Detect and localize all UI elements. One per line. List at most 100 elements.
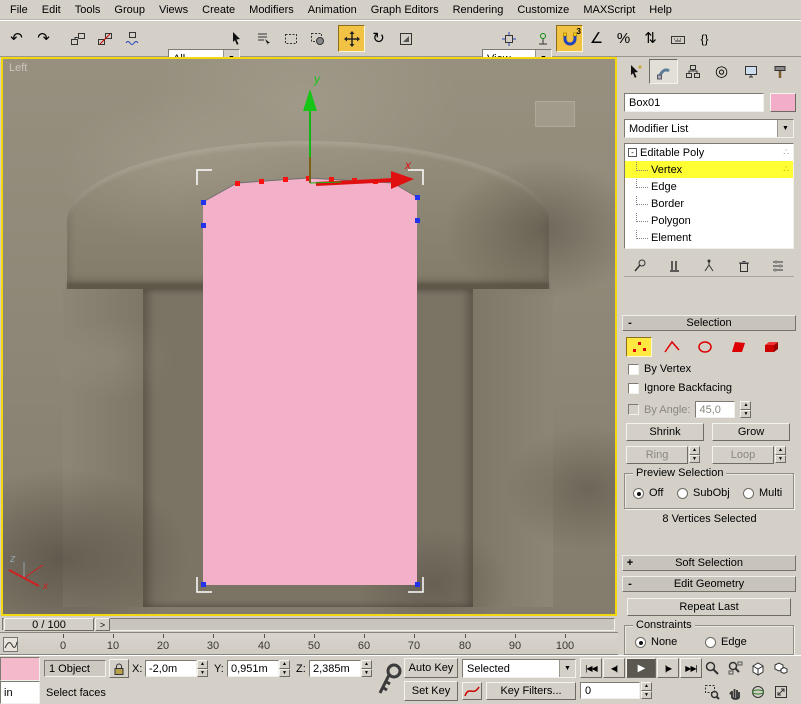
time-slider-thumb[interactable]: 0 / 100: [4, 618, 94, 631]
tab-utilities[interactable]: [765, 59, 794, 84]
snaps-toggle-button[interactable]: 3: [556, 25, 583, 52]
edge-mode-button[interactable]: [659, 337, 685, 357]
stack-row-border[interactable]: Border: [625, 195, 793, 212]
previous-frame-button[interactable]: ◀|: [603, 658, 625, 678]
shrink-button[interactable]: Shrink: [626, 423, 704, 441]
configure-modifier-sets-icon[interactable]: [770, 258, 786, 274]
maxscript-macro-recorder[interactable]: [0, 657, 40, 681]
editable-poly-object[interactable]: [203, 178, 417, 585]
preview-subobj-radio[interactable]: [677, 488, 688, 499]
viewport-label[interactable]: Left: [9, 62, 27, 74]
by-angle-field[interactable]: 45,0: [695, 401, 735, 418]
stack-row-polygon[interactable]: Polygon: [625, 212, 793, 229]
spinner-up-icon[interactable]: ▲: [279, 660, 290, 669]
border-mode-button[interactable]: [692, 337, 718, 357]
vertex-mode-button[interactable]: [626, 337, 652, 357]
use-pivot-point-center-button[interactable]: [495, 25, 522, 52]
edit-geometry-rollout-header[interactable]: - Edit Geometry: [622, 576, 796, 592]
set-key-button[interactable]: Set Key: [404, 681, 458, 701]
constraint-none-option[interactable]: None: [635, 636, 677, 648]
window-crossing-toggle-button[interactable]: [304, 25, 331, 52]
show-end-result-icon[interactable]: [667, 258, 683, 274]
selection-rollout-header[interactable]: - Selection: [622, 315, 796, 331]
y-coordinate-field[interactable]: 0,951m: [227, 660, 279, 677]
menu-group[interactable]: Group: [107, 2, 152, 18]
menu-file[interactable]: File: [3, 2, 35, 18]
current-frame-field[interactable]: 0: [580, 682, 640, 699]
make-unique-icon[interactable]: [701, 258, 717, 274]
menu-maxscript[interactable]: MAXScript: [576, 2, 642, 18]
preview-off-option[interactable]: Off: [633, 487, 663, 499]
go-to-start-button[interactable]: |◀◀: [580, 658, 602, 678]
select-and-manipulate-button[interactable]: [529, 25, 556, 52]
soft-selection-rollout-header[interactable]: + Soft Selection: [622, 555, 796, 571]
menu-animation[interactable]: Animation: [301, 2, 364, 18]
spinner-down-icon[interactable]: ▼: [279, 669, 290, 678]
preview-multi-radio[interactable]: [743, 488, 754, 499]
spinner-down-icon[interactable]: ▼: [689, 455, 700, 464]
keyboard-shortcut-override-button[interactable]: [664, 25, 691, 52]
zoom-region-button[interactable]: [700, 681, 723, 703]
loop-button[interactable]: Loop: [712, 446, 774, 464]
z-spinner[interactable]: ▲▼: [361, 660, 372, 677]
repeat-last-button[interactable]: Repeat Last: [627, 598, 791, 616]
mini-curve-editor-icon[interactable]: [3, 637, 18, 652]
menu-create[interactable]: Create: [195, 2, 242, 18]
maxscript-mini-listener[interactable]: in: [0, 681, 40, 704]
x-spinner[interactable]: ▲▼: [197, 660, 208, 677]
dropdown-arrow-icon[interactable]: ▼: [777, 120, 793, 137]
rectangular-selection-region-button[interactable]: [277, 25, 304, 52]
bind-to-space-warp-button[interactable]: [118, 25, 145, 52]
z-coordinate-field[interactable]: 2,385m: [309, 660, 361, 677]
preview-off-radio[interactable]: [633, 488, 644, 499]
play-button[interactable]: ▶: [626, 658, 656, 678]
tab-create[interactable]: [620, 59, 649, 84]
auto-key-button[interactable]: Auto Key: [404, 658, 458, 678]
zoom-extents-button[interactable]: [746, 657, 769, 679]
menu-graph-editors[interactable]: Graph Editors: [364, 2, 446, 18]
set-keys-key-icon[interactable]: [376, 659, 402, 701]
select-and-move-button[interactable]: [338, 25, 365, 52]
polygon-mode-button[interactable]: [725, 337, 751, 357]
loop-spinner[interactable]: ▲▼: [775, 446, 786, 463]
zoom-extents-all-button[interactable]: [769, 657, 792, 679]
constraint-edge-radio[interactable]: [705, 637, 716, 648]
constraint-edge-option[interactable]: Edge: [705, 636, 747, 648]
transform-gizmo[interactable]: y x: [303, 72, 414, 189]
select-and-scale-button[interactable]: [392, 25, 419, 52]
tab-display[interactable]: [736, 59, 765, 84]
spinner-up-icon[interactable]: ▲: [689, 446, 700, 455]
x-coordinate-field[interactable]: -2,0m: [145, 660, 197, 677]
spinner-up-icon[interactable]: ▲: [740, 401, 751, 410]
by-vertex-checkbox[interactable]: [628, 364, 639, 375]
spinner-down-icon[interactable]: ▼: [641, 691, 652, 700]
grow-button[interactable]: Grow: [712, 423, 790, 441]
unlink-selection-button[interactable]: [91, 25, 118, 52]
angle-snap-toggle-button[interactable]: ∠: [583, 25, 610, 52]
spinner-snap-toggle-button[interactable]: ⇅: [637, 25, 664, 52]
viewport-left[interactable]: y x z x Left: [3, 59, 615, 614]
spinner-down-icon[interactable]: ▼: [197, 669, 208, 678]
remove-modifier-icon[interactable]: [736, 258, 752, 274]
ring-spinner[interactable]: ▲▼: [689, 446, 700, 463]
tab-hierarchy[interactable]: [678, 59, 707, 84]
by-angle-spinner[interactable]: ▲▼: [740, 401, 751, 418]
by-angle-checkbox[interactable]: [628, 404, 639, 415]
tab-modify[interactable]: [649, 59, 678, 84]
key-filters-button[interactable]: Key Filters...: [486, 682, 576, 700]
go-to-end-button[interactable]: ▶▶|: [680, 658, 702, 678]
zoom-button[interactable]: [700, 657, 723, 679]
select-by-name-button[interactable]: [250, 25, 277, 52]
y-spinner[interactable]: ▲▼: [279, 660, 290, 677]
arc-rotate-button[interactable]: [746, 681, 769, 703]
spinner-up-icon[interactable]: ▲: [361, 660, 372, 669]
pan-button[interactable]: [723, 681, 746, 703]
preview-multi-option[interactable]: Multi: [743, 487, 782, 499]
menu-help[interactable]: Help: [642, 2, 679, 18]
collapse-box-icon[interactable]: -: [628, 148, 637, 157]
preview-subobj-option[interactable]: SubObj: [677, 487, 730, 499]
ring-button[interactable]: Ring: [626, 446, 688, 464]
spinner-down-icon[interactable]: ▼: [740, 410, 751, 419]
spinner-up-icon[interactable]: ▲: [641, 682, 652, 691]
menu-modifiers[interactable]: Modifiers: [242, 2, 301, 18]
